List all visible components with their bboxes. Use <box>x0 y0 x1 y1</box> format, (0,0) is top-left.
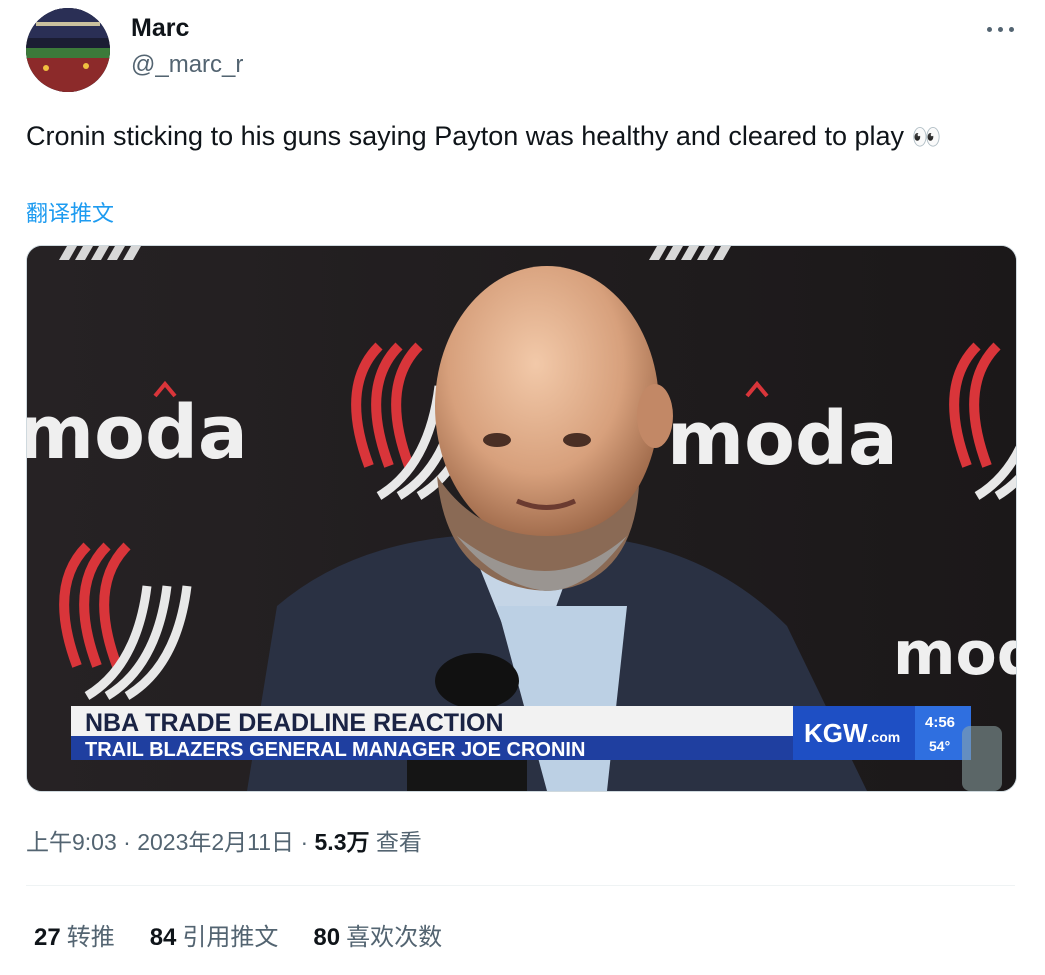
chyron-headline: NBA TRADE DEADLINE REACTION <box>85 709 504 737</box>
sponsor-logo-text: moda <box>27 390 248 476</box>
quotes-label: 引用推文 <box>182 924 279 951</box>
more-horizontal-icon-dot <box>1009 27 1014 32</box>
retweets-count: 27 <box>34 924 61 951</box>
more-options-button[interactable] <box>984 16 1018 42</box>
avatar-stadium-image <box>26 8 110 92</box>
engagement-stats: 27 转推 84 引用推文 80 喜欢次数 <box>34 917 477 952</box>
meta-separator: · <box>300 829 309 855</box>
more-horizontal-icon-dot <box>998 27 1003 32</box>
tweet-text-body: Cronin sticking to his guns saying Payto… <box>26 121 905 151</box>
display-name[interactable]: Marc <box>131 14 189 43</box>
likes-stat[interactable]: 80 喜欢次数 <box>313 917 442 952</box>
tweet-date[interactable]: 2023年2月11日 <box>137 829 294 855</box>
more-horizontal-icon <box>987 27 992 32</box>
eyes-emoji-icon: 👀 <box>911 124 944 151</box>
chyron-temperature: 54° <box>929 738 950 754</box>
chyron-subline: TRAIL BLAZERS GENERAL MANAGER JOE CRONIN <box>85 739 585 761</box>
quotes-count: 84 <box>149 924 177 951</box>
tweet-timestamp: 上午9:03 · 2023年2月11日 · 5.3万 查看 <box>26 823 422 857</box>
user-handle[interactable]: @_marc_r <box>131 51 243 79</box>
avatar[interactable] <box>26 8 110 92</box>
tweet-time[interactable]: 上午9:03 <box>26 829 117 855</box>
sponsor-logo-text: moda <box>893 619 1016 689</box>
news-chyron: NBA TRADE DEADLINE REACTION TRAIL BLAZER… <box>71 706 971 761</box>
press-conference-image: moda moda moda <box>27 246 1016 791</box>
views-label: 查看 <box>375 829 422 855</box>
tweet-text: Cronin sticking to his guns saying Payto… <box>26 118 1016 156</box>
tweet-media-image[interactable]: moda moda moda <box>26 245 1017 792</box>
likes-label: 喜欢次数 <box>346 924 443 951</box>
retweets-stat[interactable]: 27 转推 <box>34 917 115 952</box>
quotes-stat[interactable]: 84 引用推文 <box>150 917 279 952</box>
views-count: 5.3万 <box>314 829 370 855</box>
translate-tweet-link[interactable]: 翻译推文 <box>26 196 114 228</box>
divider <box>26 885 1015 886</box>
retweets-label: 转推 <box>66 924 115 951</box>
station-logo: KGW <box>804 718 868 748</box>
likes-count: 80 <box>313 924 341 951</box>
water-bottle <box>962 726 1002 791</box>
meta-separator: · <box>123 829 131 855</box>
sponsor-logo-text: moda <box>667 396 898 482</box>
chyron-time: 4:56 <box>925 714 955 731</box>
station-logo-suffix: .com <box>868 729 901 745</box>
